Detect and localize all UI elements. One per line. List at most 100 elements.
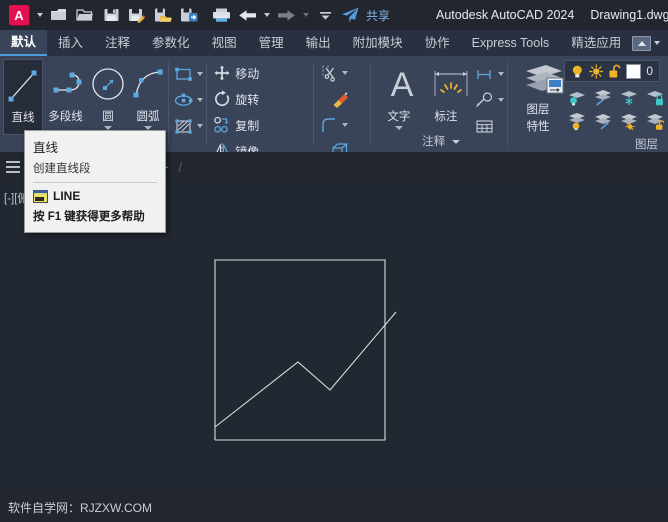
draw-line-label: 直线 [11, 112, 35, 124]
tab-express-tools[interactable]: Express Tools [461, 30, 561, 56]
modify-trim-chevron-down-icon[interactable] [341, 71, 348, 75]
draw-rectangle-chevron-down-icon[interactable] [196, 72, 203, 76]
tooltip-title: 直线 [33, 141, 59, 155]
watermark-text: 软件自学网：RJZXW.COM [8, 500, 152, 515]
draw-line-button[interactable]: 直线 [3, 59, 43, 135]
undo-arrow-icon[interactable] [234, 2, 260, 28]
modify-erase-button[interactable] [317, 86, 363, 112]
leader-icon [476, 91, 493, 108]
modify-fillet-chevron-down-icon[interactable] [341, 123, 348, 127]
panel-draw-extra [169, 56, 206, 152]
tab-featured-apps[interactable]: 精选应用 [560, 30, 632, 56]
panel-annotation-label: 注释 [370, 133, 470, 152]
draw-ellipse-chevron-down-icon[interactable] [196, 98, 203, 102]
floppy-save-icon[interactable] [98, 2, 124, 28]
trim-scissors-icon [322, 65, 335, 82]
layer-properties-button[interactable]: 图层 特性 [512, 58, 564, 136]
new-file-icon[interactable] [46, 2, 72, 28]
draw-polyline-label: 多段线 [48, 111, 83, 123]
tab-parametric[interactable]: 参数化 [141, 30, 201, 56]
tab-insert[interactable]: 插入 [47, 30, 94, 56]
undo-chevron-down-icon[interactable] [260, 2, 273, 28]
modify-copy-button[interactable]: 复制 [210, 112, 294, 138]
tab-default[interactable]: 默认 [0, 30, 48, 56]
annotation-dimension-button[interactable]: 标注 [421, 59, 470, 124]
qat-dropdown-icon[interactable] [312, 2, 338, 28]
tab-collaborate[interactable]: 协作 [414, 30, 461, 56]
app-menu-chevron-down-icon[interactable] [32, 2, 46, 28]
document-title: Drawing1.dwg [590, 8, 668, 22]
tab-output[interactable]: 输出 [295, 30, 342, 56]
open-from-web-icon[interactable] [176, 2, 202, 28]
layer-thaw-icon [621, 114, 638, 130]
draw-hatch-button[interactable] [171, 113, 206, 139]
modify-fillet-button[interactable] [317, 112, 363, 138]
annotation-table-button[interactable] [472, 113, 497, 139]
modify-rotate-button[interactable]: 旋转 [210, 86, 294, 112]
annotation-text-chevron-down-icon[interactable] [394, 126, 403, 130]
layer-unlock-button[interactable] [642, 109, 668, 133]
panel-annotation-chevron-down-icon[interactable] [452, 139, 461, 144]
layer-tool-grid [564, 82, 668, 133]
save-as-icon[interactable] [124, 2, 150, 28]
layer-control-combo[interactable]: 0 [564, 60, 661, 82]
ribbon-minimize-chevron-down-icon[interactable] [654, 41, 661, 45]
layer-unisolate-button[interactable] [590, 109, 616, 133]
share-paperplane-icon[interactable] [338, 2, 362, 28]
layer-thaw-button[interactable] [616, 109, 642, 133]
ribbon-minimize-icon[interactable] [632, 35, 652, 51]
printer-icon[interactable] [208, 2, 234, 28]
autocad-a-logo[interactable]: A [6, 2, 32, 28]
draw-circle-button[interactable]: 圆 [88, 59, 128, 130]
dimension-icon [426, 63, 468, 107]
draw-circle-label: 圆 [102, 111, 114, 123]
layer-on-button[interactable] [564, 109, 590, 133]
open-folder-icon[interactable] [72, 2, 98, 28]
modify-trim-button[interactable] [317, 60, 363, 86]
lightbulb-on-icon [572, 65, 582, 77]
layer-controls-stack: 0 [564, 58, 668, 133]
layer-isolate-button[interactable] [590, 85, 616, 109]
layer-freeze-button[interactable] [616, 85, 642, 109]
layer-color-swatch[interactable] [625, 63, 642, 79]
fillet-icon [322, 118, 335, 132]
layer-lock-icon [647, 91, 664, 106]
modify-copy-label: 复制 [235, 118, 260, 133]
draw-rectangle-button[interactable] [171, 61, 206, 87]
annotation-text-label: 文字 [387, 111, 411, 123]
tab-addins[interactable]: 附加模块 [342, 30, 414, 56]
rotate-icon [215, 90, 230, 106]
layer-lock-button[interactable] [642, 85, 668, 109]
draw-arc-label: 圆弧 [136, 111, 160, 123]
draw-ellipse-button[interactable] [171, 87, 206, 113]
hamburger-menu-icon[interactable] [0, 152, 26, 182]
tab-manage[interactable]: 管理 [248, 30, 295, 56]
annotation-linear-dim-button[interactable] [472, 61, 507, 87]
modify-move-button[interactable]: 移动 [210, 60, 294, 86]
rectangle-icon [174, 67, 192, 81]
save-to-folder-icon[interactable] [150, 2, 176, 28]
annotation-linear-dim-chevron-down-icon[interactable] [498, 72, 505, 76]
redo-arrow-icon[interactable] [273, 2, 299, 28]
panel-annotation-extra-body [470, 56, 507, 139]
ribbon-minimize-group[interactable] [632, 30, 668, 56]
tooltip-divider [33, 182, 157, 183]
draw-hatch-chevron-down-icon[interactable] [196, 124, 203, 128]
tab-view[interactable]: 视图 [201, 30, 248, 56]
draw-polyline-button[interactable]: 多段线 [43, 59, 88, 124]
status-bar: 软件自学网：RJZXW.COM [0, 492, 668, 522]
layer-unlock-icon [647, 114, 665, 130]
svg-text:A: A [391, 66, 414, 104]
annotation-dimension-label: 标注 [434, 111, 458, 123]
annotation-leader-button[interactable] [472, 87, 507, 113]
tab-annotate[interactable]: 注释 [94, 30, 141, 56]
layer-properties-label-2: 特性 [526, 121, 550, 133]
layer-name-label: 0 [646, 64, 654, 78]
draw-arc-button[interactable]: 圆弧 [128, 59, 168, 130]
annotation-text-button[interactable]: A 文字 [376, 59, 421, 130]
annotation-leader-chevron-down-icon[interactable] [498, 98, 505, 102]
line-tool-tooltip: 直线 创建直线段 LINE 按 F1 键获得更多帮助 [24, 130, 166, 233]
redo-chevron-down-icon[interactable] [299, 2, 312, 28]
share-label[interactable]: 共享 [366, 7, 390, 24]
tooltip-help-text: 按 F1 键获得更多帮助 [33, 211, 145, 223]
